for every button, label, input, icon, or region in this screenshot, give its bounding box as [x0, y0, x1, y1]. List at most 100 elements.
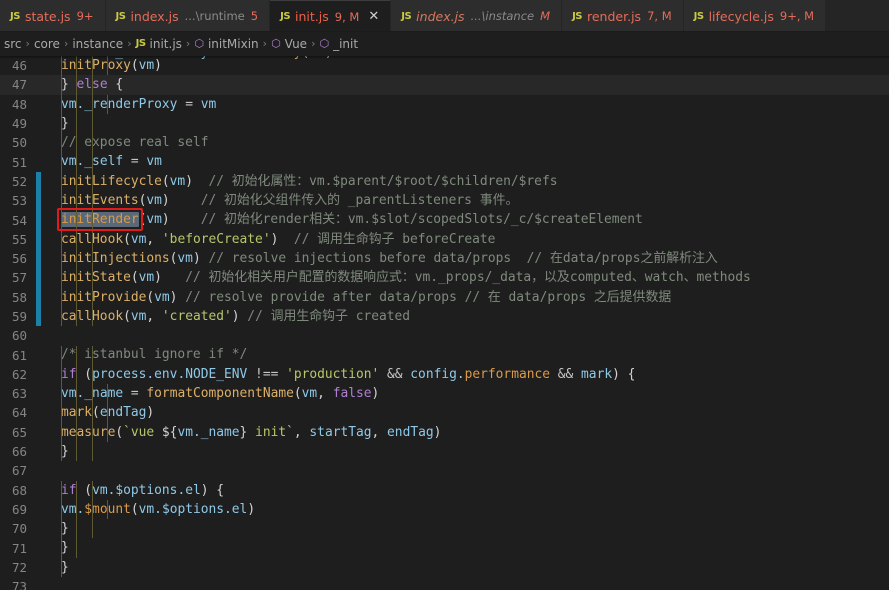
breadcrumb-item-Vue[interactable]: ⬡ Vue	[269, 37, 309, 51]
editor-tab-init-js[interactable]: JS init.js 9, M ✕	[270, 0, 392, 31]
code-token: endTag	[99, 405, 147, 421]
code-token: vm.	[61, 386, 85, 402]
code-token: &&	[550, 366, 582, 382]
code-token: )	[161, 212, 170, 228]
code-token: performance	[464, 366, 550, 382]
code-token: // 初始化相关用户配置的数据响应式：vm._props/_data，以及com…	[161, 270, 751, 286]
editor-tab-index-js[interactable]: JS index.js ...\instance M	[391, 0, 563, 31]
line-number: 67	[11, 463, 27, 479]
editor-tab-render-js[interactable]: JS render.js 7, M	[562, 0, 684, 31]
code-text: // expose real self	[41, 133, 889, 152]
code-line[interactable]: 73	[0, 577, 889, 590]
line-number: 66	[11, 444, 27, 460]
line-number: 54	[11, 212, 27, 228]
line-number: 72	[11, 559, 27, 575]
code-token: vm	[177, 250, 193, 266]
code-token: }	[61, 521, 69, 537]
code-token: ,	[293, 424, 310, 440]
tab-status-badge: 9, M	[334, 9, 360, 24]
code-line[interactable]: 70}	[0, 519, 889, 538]
code-token: false	[332, 386, 372, 402]
code-line[interactable]: 51 vm._self = vm	[0, 152, 889, 171]
code-line[interactable]: 56 initInjections(vm) // resolve injectio…	[0, 248, 889, 269]
code-token: startTag	[309, 424, 372, 440]
code-line[interactable]: 68 if (vm.$options.el) {	[0, 481, 889, 500]
code-token: config.	[410, 366, 465, 382]
breadcrumb-item-init-js[interactable]: JS init.js	[134, 37, 184, 51]
line-number: 50	[11, 135, 27, 151]
code-token: )	[154, 58, 162, 73]
code-token: vm	[130, 308, 147, 324]
code-line[interactable]: 71}	[0, 538, 889, 557]
code-editor[interactable]: vm._renderProxy = initProxy(vm) 46initPr…	[0, 56, 889, 590]
code-token: )	[185, 173, 193, 189]
code-line[interactable]: 65 measure(`vue ${vm._name} init`, startT…	[0, 423, 889, 442]
code-line[interactable]: 69 vm.$mount(vm.$options.el)	[0, 500, 889, 519]
breadcrumb-label: src	[4, 36, 22, 51]
code-token: (	[123, 308, 131, 324]
editor-tab-state-js[interactable]: JS state.js 9+	[0, 0, 106, 31]
code-line[interactable]: 64 mark(endTag)	[0, 403, 889, 422]
code-line[interactable]: 63 vm._name = formatComponentName(vm, fal…	[0, 384, 889, 403]
code-line[interactable]: 61 /* istanbul ignore if */	[0, 345, 889, 364]
code-token: vm.	[177, 424, 201, 440]
code-line[interactable]: 54 initRender(vm) // 初始化render相关：vm.$slot…	[0, 210, 889, 230]
code-token: 'beforeCreate'	[161, 231, 271, 247]
breadcrumb-item-src[interactable]: src	[2, 37, 24, 51]
code-token: el	[185, 482, 201, 498]
code-token: _name	[200, 424, 240, 440]
code-line[interactable]: 50 // expose real self	[0, 133, 889, 152]
code-line[interactable]: 52 initLifecycle(vm) // 初始化属性：vm.$parent/…	[0, 171, 889, 192]
code-line[interactable]: 57 initState(vm) // 初始化相关用户配置的数据响应式：vm._p…	[0, 268, 889, 288]
code-line[interactable]: 59 callHook(vm, 'created') // 调用生命钩子 crea…	[0, 306, 889, 327]
code-token: (	[76, 482, 93, 498]
code-token: // resolve provide after data/props // 在…	[177, 289, 672, 305]
code-line[interactable]: 48 vm._renderProxy = vm	[0, 95, 889, 114]
code-line[interactable]: 66}	[0, 442, 889, 461]
breadcrumb-label: core	[33, 36, 60, 51]
code-token: mark	[61, 405, 93, 421]
code-token: NODE_ENV	[185, 366, 248, 382]
code-line[interactable]: 47} else {	[0, 75, 889, 95]
code-token: initProvide	[61, 289, 147, 305]
code-line[interactable]: 46 initProxy(vm)	[0, 56, 889, 75]
breadcrumb-separator: ›	[63, 37, 69, 50]
code-line[interactable]: 58 initProvide(vm) // resolve provide aft…	[0, 287, 889, 307]
code-token: }	[61, 77, 77, 93]
breadcrumb-label: _init	[333, 36, 359, 51]
editor-tab-lifecycle-js[interactable]: JS lifecycle.js 9+, M	[683, 0, 827, 31]
code-token: `vue	[123, 424, 162, 440]
code-token: }	[61, 115, 69, 131]
tab-status-badge: 7, M	[647, 9, 672, 23]
symbol-method-icon: ⬡	[319, 37, 330, 50]
code-text: }	[41, 519, 889, 538]
code-line[interactable]: 72}	[0, 558, 889, 577]
close-icon[interactable]: ✕	[368, 10, 379, 23]
js-file-icon: JS	[135, 38, 146, 49]
symbol-method-icon: ⬡	[194, 37, 204, 50]
code-line[interactable]: 67	[0, 461, 889, 480]
code-line[interactable]: 62 if (process.env.NODE_ENV !== 'producti…	[0, 365, 889, 384]
code-line[interactable]: 53 initEvents(vm) // 初始化父组件传入的 _parentLis…	[0, 191, 889, 211]
code-line[interactable]: 55 callHook(vm, 'beforeCreate') // 调用生命钩子…	[0, 229, 889, 249]
line-number: 57	[11, 270, 27, 286]
editor-tab-index-js[interactable]: JS index.js ...\runtime 5	[105, 0, 271, 31]
breadcrumb-item-_init[interactable]: ⬡ _init	[317, 37, 360, 51]
code-token: vm.	[61, 96, 85, 112]
code-line[interactable]: 60	[0, 326, 889, 345]
breadcrumb-label: Vue	[284, 36, 308, 51]
code-line[interactable]: 49}	[0, 114, 889, 133]
line-number: 56	[11, 251, 27, 267]
breadcrumb-label: initMixin	[207, 36, 259, 51]
code-text: vm._self = vm	[41, 152, 889, 171]
selected-token[interactable]: initRender	[61, 212, 139, 228]
tab-status-badge: M	[540, 9, 551, 23]
code-token: (	[130, 501, 139, 517]
breadcrumb-item-core[interactable]: core	[32, 37, 62, 51]
code-text: initProxy(vm)	[41, 56, 889, 75]
tab-path-hint: ...\runtime	[184, 9, 245, 23]
breadcrumb-item-initMixin[interactable]: ⬡ initMixin	[192, 37, 260, 51]
code-text: initEvents(vm) // 初始化父组件传入的 _parentListe…	[41, 191, 889, 210]
code-token: (	[115, 424, 124, 440]
breadcrumb-item-instance[interactable]: instance	[70, 37, 125, 51]
